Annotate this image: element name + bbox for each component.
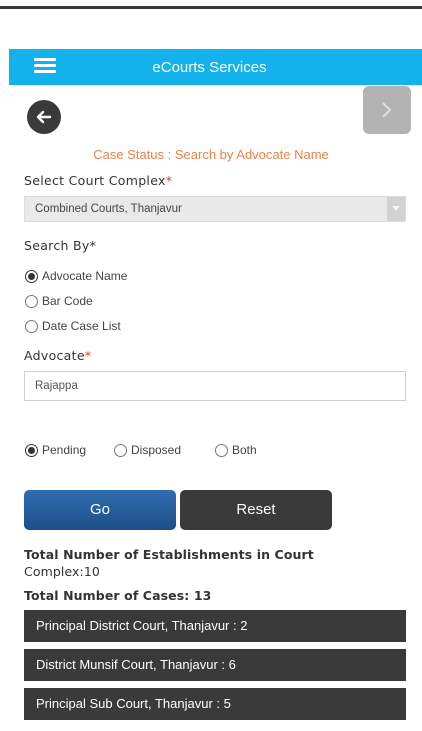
cases-count-text: Total Number of Cases: 13 xyxy=(24,588,212,603)
result-item-district-munsif-court[interactable]: District Munsif Court, Thanjavur : 6 xyxy=(24,649,406,681)
radio-advocate-name[interactable]: Advocate Name xyxy=(25,269,127,283)
forward-button[interactable] xyxy=(363,86,411,134)
radio-checked-icon xyxy=(25,443,38,457)
advocate-label: Advocate* xyxy=(24,348,92,363)
radio-disposed[interactable]: Disposed xyxy=(114,443,181,457)
radio-unchecked-icon xyxy=(114,443,127,457)
back-button[interactable] xyxy=(27,100,61,134)
radio-checked-icon xyxy=(25,269,38,283)
court-complex-label: Select Court Complex* xyxy=(24,173,173,188)
app-header: eCourts Services xyxy=(9,49,422,85)
status-bar-divider xyxy=(0,6,422,9)
radio-unchecked-icon xyxy=(25,319,38,333)
advocate-name-input[interactable] xyxy=(24,371,406,401)
result-item-principal-district-court[interactable]: Principal District Court, Thanjavur : 2 xyxy=(24,610,406,642)
radio-unchecked-icon xyxy=(215,443,228,457)
radio-pending[interactable]: Pending xyxy=(25,443,86,457)
chevron-right-icon xyxy=(382,102,392,118)
search-by-label: Search By* xyxy=(24,238,97,253)
radio-unchecked-icon xyxy=(25,294,38,308)
reset-button[interactable]: Reset xyxy=(180,490,332,530)
court-complex-selected-value: Combined Courts, Thanjavur xyxy=(35,203,182,215)
arrow-left-icon xyxy=(36,110,52,124)
establishments-count-text: Total Number of Establishments in Court … xyxy=(24,547,314,579)
radio-bar-code[interactable]: Bar Code xyxy=(25,294,93,308)
result-item-principal-sub-court[interactable]: Principal Sub Court, Thanjavur : 5 xyxy=(24,688,406,720)
radio-both[interactable]: Both xyxy=(215,443,257,457)
app-title: eCourts Services xyxy=(152,59,267,76)
dropdown-arrow-icon xyxy=(387,197,405,221)
radio-date-case-list[interactable]: Date Case List xyxy=(25,319,121,333)
court-complex-select[interactable]: Combined Courts, Thanjavur xyxy=(24,196,406,222)
page-title: Case Status : Search by Advocate Name xyxy=(93,147,329,162)
go-button[interactable]: Go xyxy=(24,490,176,530)
